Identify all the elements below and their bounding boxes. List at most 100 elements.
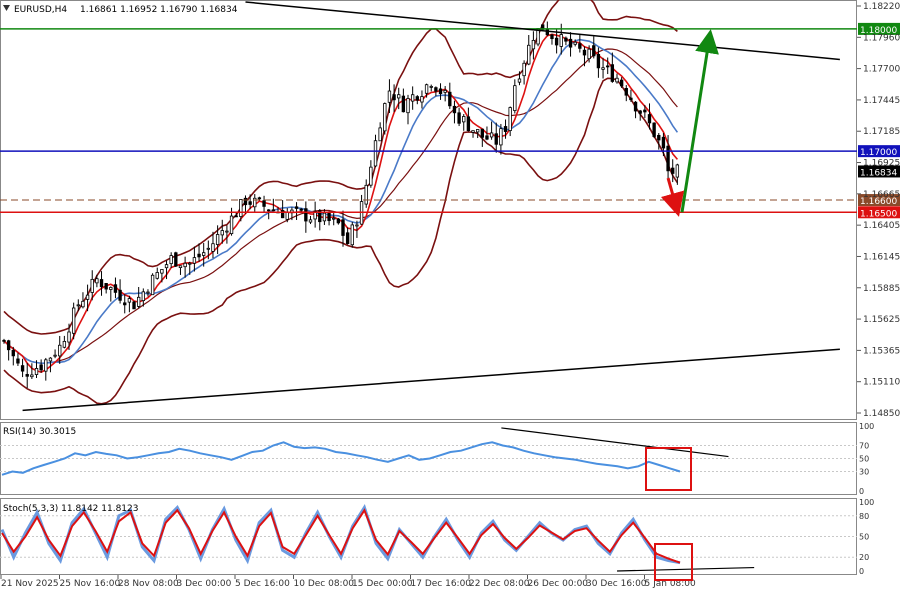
candle-body: [62, 341, 67, 348]
time-tick-label: 28 Nov 08:00: [118, 579, 179, 589]
price-tick-label: 1.14850: [863, 409, 900, 419]
time-tick-label: 26 Dec 00:00: [528, 579, 589, 589]
candle-body: [76, 304, 80, 307]
candle-body: [657, 134, 661, 141]
candle-body: [438, 88, 443, 94]
candle-body: [34, 368, 39, 375]
candle-body: [350, 224, 354, 246]
candle-body: [123, 302, 127, 306]
candle-body: [610, 64, 615, 82]
chart-header: EURUSD,H4 1.16861 1.16952 1.16790 1.16834: [3, 5, 238, 15]
candle-body: [169, 255, 173, 265]
time-tick-label: 17 Dec 16:00: [411, 579, 472, 589]
candle-body: [489, 132, 494, 138]
candle-body: [587, 48, 591, 60]
price-tick-label: 1.18220: [863, 2, 900, 12]
candle-body: [554, 37, 559, 46]
candle-body: [661, 136, 666, 149]
candle-body: [234, 215, 238, 218]
candle-body: [480, 128, 484, 138]
candle-body: [601, 67, 605, 70]
candle-body: [48, 357, 53, 362]
price-tick-label: 1.17445: [863, 96, 900, 106]
candle-body: [109, 287, 113, 290]
candle-body: [341, 219, 345, 236]
stoch-tick-label: 100: [859, 498, 874, 507]
candle-body: [332, 217, 336, 220]
price-tick-label: 1.17185: [863, 127, 900, 137]
candle-body: [582, 49, 587, 56]
candle-body: [25, 374, 29, 377]
candle-body: [141, 291, 145, 301]
candle-body: [132, 301, 136, 310]
candle-body: [369, 166, 373, 186]
rsi-tick-label: 0: [859, 487, 864, 496]
candle-body: [104, 283, 108, 290]
candle-body: [174, 252, 178, 267]
candle-body: [666, 145, 670, 172]
candle-body: [406, 98, 410, 114]
candle-body: [410, 94, 415, 102]
candle-body: [671, 167, 675, 174]
price-tick-label: 1.15885: [863, 284, 900, 294]
candle-body: [638, 110, 642, 114]
chart-svg: 1.180001.170001.168341.166001.165001.182…: [0, 0, 900, 594]
candle-body: [615, 77, 619, 83]
candle-body: [443, 90, 447, 93]
stoch-tick-label: 50: [859, 533, 869, 542]
candle-body: [485, 135, 489, 140]
candle-body: [624, 88, 628, 96]
candle-body: [471, 130, 475, 133]
candle-body: [211, 243, 215, 252]
candle-body: [44, 359, 48, 372]
candle-body: [6, 340, 11, 351]
chart-window: 1.18000 1.17000 1.16834 1.16600 1.16500 1.182…: [0, 0, 900, 594]
candle-body: [299, 208, 303, 211]
symbol-label: EURUSD,H4: [14, 5, 67, 15]
candle-body: [494, 133, 498, 145]
rsi-tick-label: 100: [859, 422, 874, 431]
candle-body: [202, 252, 206, 256]
candle-body: [462, 116, 466, 123]
candle-body: [619, 79, 624, 87]
candle-body: [345, 232, 350, 244]
candle-body: [415, 96, 419, 101]
candle-body: [513, 85, 517, 111]
candle-body: [457, 112, 461, 124]
time-tick-label: 22 Dec 08:00: [469, 579, 530, 589]
price-tick-label: 1.16665: [863, 190, 900, 200]
candle-body: [517, 78, 522, 83]
candle-body: [629, 97, 633, 101]
price-tick-label: 1.17960: [863, 33, 900, 43]
candle-body: [378, 127, 382, 142]
rsi-title: RSI(14) 30.3015: [3, 427, 76, 437]
candle-body: [401, 95, 406, 113]
candle-body: [183, 262, 187, 268]
candle-body: [136, 296, 141, 307]
candle-body: [387, 90, 392, 103]
level-label-red: 1.16500: [860, 209, 897, 219]
price-tick-label: 1.15365: [863, 346, 900, 356]
candle-body: [206, 247, 211, 250]
candle-body: [503, 126, 508, 132]
candle-body: [578, 43, 582, 49]
candle-body: [531, 39, 536, 50]
candle-body: [2, 339, 6, 342]
candle-body: [220, 230, 224, 236]
candle-body: [652, 122, 656, 137]
candle-body: [239, 199, 243, 217]
candle-body: [127, 298, 132, 303]
candle-body: [392, 94, 396, 101]
candle-body: [53, 354, 57, 357]
candle-body: [592, 45, 596, 57]
candle-body: [11, 349, 15, 357]
candle-body: [508, 107, 512, 131]
candle-body: [95, 278, 99, 284]
candle-body: [559, 34, 563, 47]
candle-body: [364, 184, 368, 205]
candle-body: [568, 38, 573, 48]
candle-body: [434, 87, 438, 92]
stoch-tick-label: 20: [859, 553, 869, 562]
candle-body: [475, 129, 480, 133]
candle-body: [215, 234, 220, 245]
